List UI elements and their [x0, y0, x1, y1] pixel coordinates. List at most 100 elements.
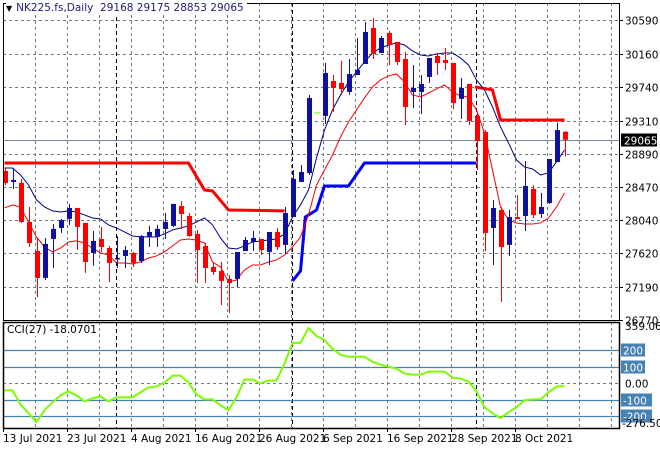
price-axis-label: 29310 [625, 117, 658, 129]
candle-body-bearish [259, 238, 264, 250]
candle [411, 64, 416, 108]
slow-moving-average-line [4, 73, 565, 283]
candle [267, 231, 272, 265]
candle-body-bullish [291, 178, 296, 217]
candle [427, 57, 432, 83]
candle-body-bullish [523, 185, 528, 216]
candle [371, 17, 376, 59]
cci-value: -18.0701 [49, 324, 97, 336]
candle-body-bearish [179, 205, 184, 214]
price-axis-label: 28470 [625, 183, 658, 195]
candle-body-bullish [491, 207, 496, 228]
candle-body-bearish [395, 42, 400, 62]
time-axis-label: 16 Aug 2021 [195, 433, 262, 445]
candle [443, 47, 448, 70]
candle [451, 62, 456, 109]
time-axis-label: 4 Aug 2021 [131, 433, 192, 445]
candle-body-bullish [427, 57, 432, 77]
candle-body-bullish [299, 171, 304, 182]
time-axis-label: 13 Jul 2021 [3, 433, 62, 445]
symbol-label: NK225.fs,Daily [16, 2, 94, 14]
candle [491, 199, 496, 265]
candle-body-bullish [91, 240, 96, 253]
candle-body-bullish [123, 249, 128, 256]
candle [123, 245, 128, 268]
candle-body-bullish [51, 228, 56, 239]
candle [459, 77, 464, 119]
candle-body-bearish [339, 82, 344, 89]
candle-body-bearish [227, 278, 232, 283]
candle [179, 200, 184, 229]
candle-body-bearish [515, 216, 520, 219]
candle-body-bearish [83, 222, 88, 262]
candle-body-bearish [435, 55, 440, 63]
candle-body-bullish [43, 244, 48, 278]
candle-body-bullish [411, 87, 416, 92]
candle-body-bearish [531, 188, 536, 215]
candle [395, 42, 400, 65]
candle-body-bearish [483, 131, 488, 233]
candle [83, 222, 88, 273]
candle-body-bullish [155, 228, 160, 237]
candle-body-bullish [323, 72, 328, 116]
chart-header: ▼ NK225.fs,Daily 29168 29175 28853 29065 [6, 2, 247, 14]
price-axis-label: 28890 [625, 150, 658, 162]
candle-body-bullish [539, 207, 544, 214]
candle-body-bearish [331, 80, 336, 88]
cci-level-label: -100 [623, 396, 647, 408]
price-chart[interactable]: 30590 30160 29740 29310 28890 28470 28040 27620… [0, 0, 660, 450]
candle-body-bearish [107, 248, 112, 263]
low-value: 28853 [173, 2, 207, 14]
candle-body-bullish [347, 73, 352, 92]
price-axis-label: 28040 [625, 216, 658, 228]
candle [219, 262, 224, 305]
candle-body-bullish [163, 221, 168, 229]
candle-body-bearish [203, 245, 208, 268]
candle [467, 83, 472, 125]
candle [147, 225, 152, 247]
candle-body-bullish [251, 237, 256, 242]
candle [539, 192, 544, 218]
time-axis-label: 28 Sep 2021 [451, 433, 518, 445]
candle [203, 242, 208, 283]
cci-zero-label: 0.00 [625, 379, 648, 391]
candle [379, 35, 384, 53]
candle-body-bullish [139, 235, 144, 261]
candle-body-bearish [443, 59, 448, 63]
candle [347, 58, 352, 95]
candle-body-bullish [459, 87, 464, 99]
candle-body-bearish [211, 266, 216, 272]
price-axis-label: 27620 [625, 249, 658, 261]
candle [19, 178, 24, 223]
cci-min-label: -276.5025 [622, 418, 660, 430]
time-axis-label: 8 Oct 2021 [515, 433, 573, 445]
candle [563, 131, 568, 157]
candle [251, 230, 256, 251]
candle [75, 207, 80, 250]
cci-max-label: 359.0614 [625, 321, 660, 333]
candle-body-bearish [371, 27, 376, 54]
candle [435, 53, 440, 75]
upper-band-line [4, 161, 285, 213]
candle [243, 236, 248, 251]
price-axis-label: 30160 [625, 50, 658, 62]
candle [235, 251, 240, 287]
time-axis-label: 23 Jul 2021 [67, 433, 126, 445]
cci-level-label: 200 [623, 346, 643, 358]
candle-body-bullish [267, 231, 272, 252]
candle [35, 237, 40, 297]
candle-body-bearish [499, 209, 504, 247]
candle [155, 224, 160, 247]
candle-body-bearish [27, 221, 32, 243]
candle [299, 164, 304, 182]
close-value: 29065 [210, 2, 244, 14]
candle-body-bullish [243, 240, 248, 251]
price-axis-label: 30590 [625, 16, 658, 28]
cci-level-label: 100 [623, 363, 643, 375]
lower-band-line [291, 161, 477, 282]
candle-body-bearish [187, 215, 192, 236]
candle [323, 62, 328, 124]
collapse-triangle-icon[interactable]: ▼ [6, 4, 12, 13]
candle [555, 122, 560, 162]
candle-body-bearish [19, 182, 24, 222]
